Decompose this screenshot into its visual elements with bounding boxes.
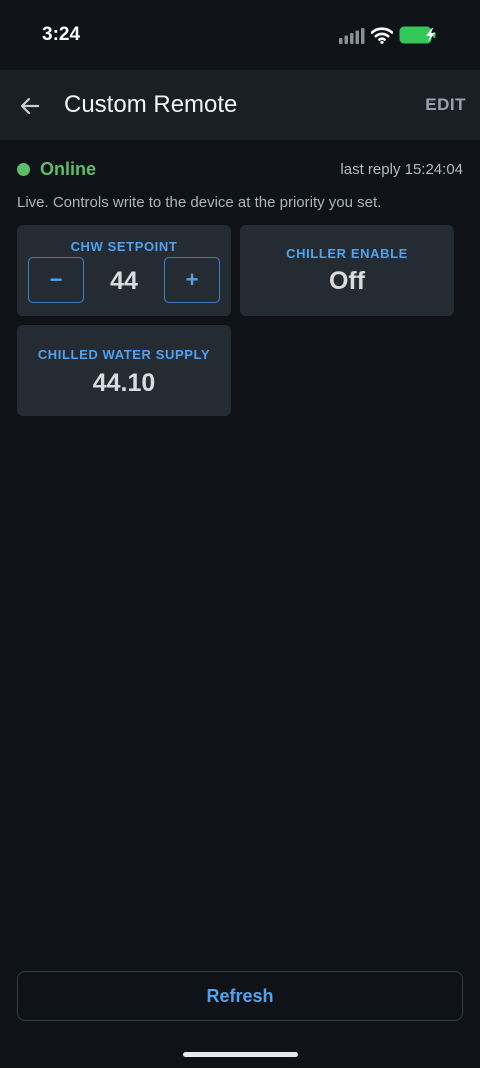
chiller-enable-value: Off — [328, 267, 366, 295]
status-bar: 3:24 — [0, 0, 480, 70]
chilled-water-supply-tile: CHILLED WATER SUPPLY 44.10 — [17, 325, 231, 416]
chiller-enable-tile[interactable]: CHILLER ENABLE Off — [240, 225, 454, 316]
online-status-label: Online — [40, 159, 97, 179]
wifi-icon — [371, 27, 393, 44]
status-time: 3:24 — [42, 24, 81, 45]
live-info-text: Live. Controls write to the device at th… — [17, 194, 382, 211]
chw-setpoint-tile: CHW SETPOINT − 44 + — [17, 225, 231, 316]
increment-button[interactable]: + — [164, 257, 220, 303]
connection-status-row: Online last reply 15:24:04 — [17, 158, 463, 182]
chilled-water-supply-label: CHILLED WATER SUPPLY — [37, 347, 211, 362]
chiller-enable-label: CHILLER ENABLE — [286, 246, 408, 261]
battery-charging-icon — [399, 26, 436, 44]
back-arrow-icon[interactable] — [16, 92, 44, 120]
app-header: Custom Remote EDIT — [0, 70, 480, 140]
refresh-button[interactable]: Refresh — [17, 971, 463, 1021]
chw-setpoint-label: CHW SETPOINT — [70, 239, 178, 254]
online-status-dot-icon — [17, 163, 30, 176]
home-indicator[interactable] — [183, 1052, 298, 1057]
last-reply-timestamp: last reply 15:24:04 — [340, 161, 463, 178]
signal-icon — [339, 28, 365, 44]
page-title: Custom Remote — [64, 91, 238, 118]
edit-button[interactable]: EDIT — [425, 95, 466, 115]
chilled-water-supply-value: 44.10 — [92, 369, 156, 397]
